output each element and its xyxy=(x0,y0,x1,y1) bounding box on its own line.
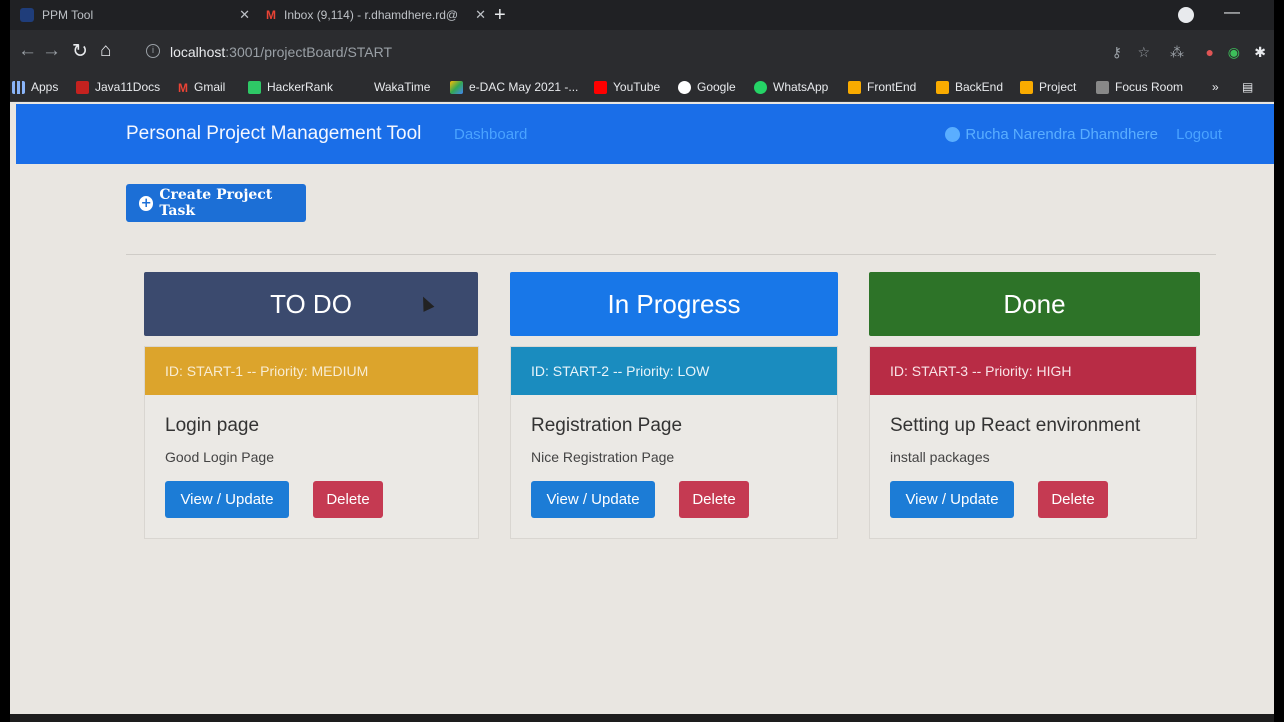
forward-arrow-icon[interactable]: → xyxy=(42,40,61,62)
os-taskbar xyxy=(10,714,1274,722)
drive-icon xyxy=(450,80,463,94)
create-button-label: Create Project Task xyxy=(159,187,273,219)
hackerrank-icon xyxy=(248,80,261,94)
close-icon[interactable]: ✕ xyxy=(475,7,486,23)
url-host: localhost xyxy=(170,44,226,60)
task-description: Good Login Page xyxy=(165,449,274,465)
whatsapp-icon xyxy=(754,80,767,94)
task-card-header: ID: START-2 -- Priority: LOW xyxy=(511,347,837,395)
youtube-icon xyxy=(594,80,607,94)
oracle-icon xyxy=(76,80,89,94)
folder-icon xyxy=(936,80,949,94)
column-header-done: Done xyxy=(869,272,1200,336)
task-description: Nice Registration Page xyxy=(531,449,675,465)
home-icon[interactable]: ⌂ xyxy=(100,40,111,62)
task-title: Login page xyxy=(165,415,260,436)
nav-user-link[interactable]: Rucha Narendra Dhamdhere xyxy=(945,126,1158,143)
create-project-task-button[interactable]: + Create Project Task xyxy=(126,184,306,222)
reload-icon[interactable]: ↻ xyxy=(72,40,88,63)
task-card-body: Registration Page Nice Registration Page… xyxy=(511,395,837,538)
task-title: Registration Page xyxy=(531,415,683,436)
user-circle-icon xyxy=(945,127,961,142)
browser-toolbar: ← → ↻ ⌂ i localhost:3001/projectBoard/ST… xyxy=(10,30,1274,74)
bookmark-edac[interactable]: e-DAC May 2021 -... xyxy=(450,80,578,94)
delete-button[interactable]: Delete xyxy=(1038,481,1108,518)
view-update-button[interactable]: View / Update xyxy=(890,481,1014,518)
task-card: ID: START-1 -- Priority: MEDIUM Login pa… xyxy=(144,346,479,539)
profile-icon[interactable] xyxy=(1178,7,1194,23)
back-arrow-icon[interactable]: ← xyxy=(18,40,37,62)
task-card: ID: START-2 -- Priority: LOW Registratio… xyxy=(510,346,838,539)
close-icon[interactable]: ✕ xyxy=(239,7,250,23)
apps-grid-icon xyxy=(12,80,25,94)
bookmark-google[interactable]: Google xyxy=(678,80,736,94)
browser-tab-strip: PPM Tool ✕ M Inbox (9,114) - r.dhamdhere… xyxy=(10,0,1274,30)
bookmark-wakatime[interactable]: WakaTime xyxy=(374,80,430,94)
bookmark-focus-room[interactable]: Focus Room xyxy=(1096,80,1183,94)
extension-icon[interactable]: ⁂ xyxy=(1170,44,1184,61)
view-update-button[interactable]: View / Update xyxy=(165,481,289,518)
bookmark-project[interactable]: Project xyxy=(1020,80,1076,94)
bookmarks-bar: Apps Java11Docs M Gmail HackerRank WakaTi… xyxy=(10,74,1274,102)
extension-red-icon[interactable]: ● xyxy=(1206,44,1214,60)
task-card-body: Login page Good Login Page View / Update… xyxy=(145,395,478,538)
bookmark-gmail[interactable]: M Gmail xyxy=(178,80,225,95)
browser-tab-ppm[interactable]: PPM Tool ✕ xyxy=(20,0,250,30)
extension-green-icon[interactable]: ◉ xyxy=(1228,44,1240,61)
user-name: Rucha Narendra Dhamdhere xyxy=(965,126,1158,143)
tab-title: PPM Tool xyxy=(42,8,94,22)
reading-list-icon[interactable]: ▤ xyxy=(1242,80,1253,94)
bookmark-frontend[interactable]: FrontEnd xyxy=(848,80,916,94)
screen-frame: PPM Tool ✕ M Inbox (9,114) - r.dhamdhere… xyxy=(10,0,1274,722)
column-header-in-progress: In Progress xyxy=(510,272,838,336)
app-navbar: Personal Project Management Tool Dashboa… xyxy=(16,104,1274,164)
bookmark-apps[interactable]: Apps xyxy=(12,80,58,94)
task-card: ID: START-3 -- Priority: HIGH Setting up… xyxy=(869,346,1197,539)
task-title: Setting up React environment xyxy=(890,415,1141,436)
task-actions: View / Update Delete xyxy=(890,481,1176,518)
nav-logout-link[interactable]: Logout xyxy=(1176,126,1222,143)
folder-icon xyxy=(1020,80,1033,94)
ppm-favicon-icon xyxy=(20,8,34,22)
delete-button[interactable]: Delete xyxy=(679,481,749,518)
bookmark-backend[interactable]: BackEnd xyxy=(936,80,1003,94)
minimize-icon[interactable]: — xyxy=(1224,4,1240,22)
browser-tab-gmail[interactable]: M Inbox (9,114) - r.dhamdhere.rd@ ✕ xyxy=(266,0,486,30)
bookmark-java11docs[interactable]: Java11Docs xyxy=(76,80,160,94)
task-actions: View / Update Delete xyxy=(165,481,458,518)
task-card-header: ID: START-1 -- Priority: MEDIUM xyxy=(145,347,478,395)
bookmark-whatsapp[interactable]: WhatsApp xyxy=(754,80,828,94)
folder-icon xyxy=(848,80,861,94)
focus-icon xyxy=(1096,80,1109,94)
divider xyxy=(126,254,1216,255)
address-bar[interactable]: localhost:3001/projectBoard/START xyxy=(170,44,392,60)
bookmarks-overflow-icon[interactable]: » xyxy=(1212,80,1219,94)
task-card-body: Setting up React environment install pac… xyxy=(870,395,1196,538)
view-update-button[interactable]: View / Update xyxy=(531,481,655,518)
site-info-icon[interactable]: i xyxy=(146,44,160,58)
brand-title[interactable]: Personal Project Management Tool xyxy=(126,123,421,145)
key-icon[interactable]: ⚷ xyxy=(1112,44,1122,61)
star-icon[interactable]: ☆ xyxy=(1137,44,1150,61)
google-icon xyxy=(678,80,691,94)
bookmark-hackerrank[interactable]: HackerRank xyxy=(248,80,333,94)
puzzle-icon[interactable]: ✱ xyxy=(1254,44,1266,61)
bookmark-youtube[interactable]: YouTube xyxy=(594,80,660,94)
new-tab-plus-icon[interactable]: + xyxy=(494,4,506,27)
gmail-icon: M xyxy=(266,8,276,22)
task-actions: View / Update Delete xyxy=(531,481,817,518)
nav-dashboard-link[interactable]: Dashboard xyxy=(454,126,527,143)
url-path: :3001/projectBoard/START xyxy=(225,44,393,60)
plus-circle-icon: + xyxy=(139,195,154,211)
task-card-header: ID: START-3 -- Priority: HIGH xyxy=(870,347,1196,395)
gmail-icon: M xyxy=(178,80,188,95)
task-description: install packages xyxy=(890,449,990,465)
delete-button[interactable]: Delete xyxy=(313,481,383,518)
tab-title: Inbox (9,114) - r.dhamdhere.rd@ xyxy=(284,8,459,22)
